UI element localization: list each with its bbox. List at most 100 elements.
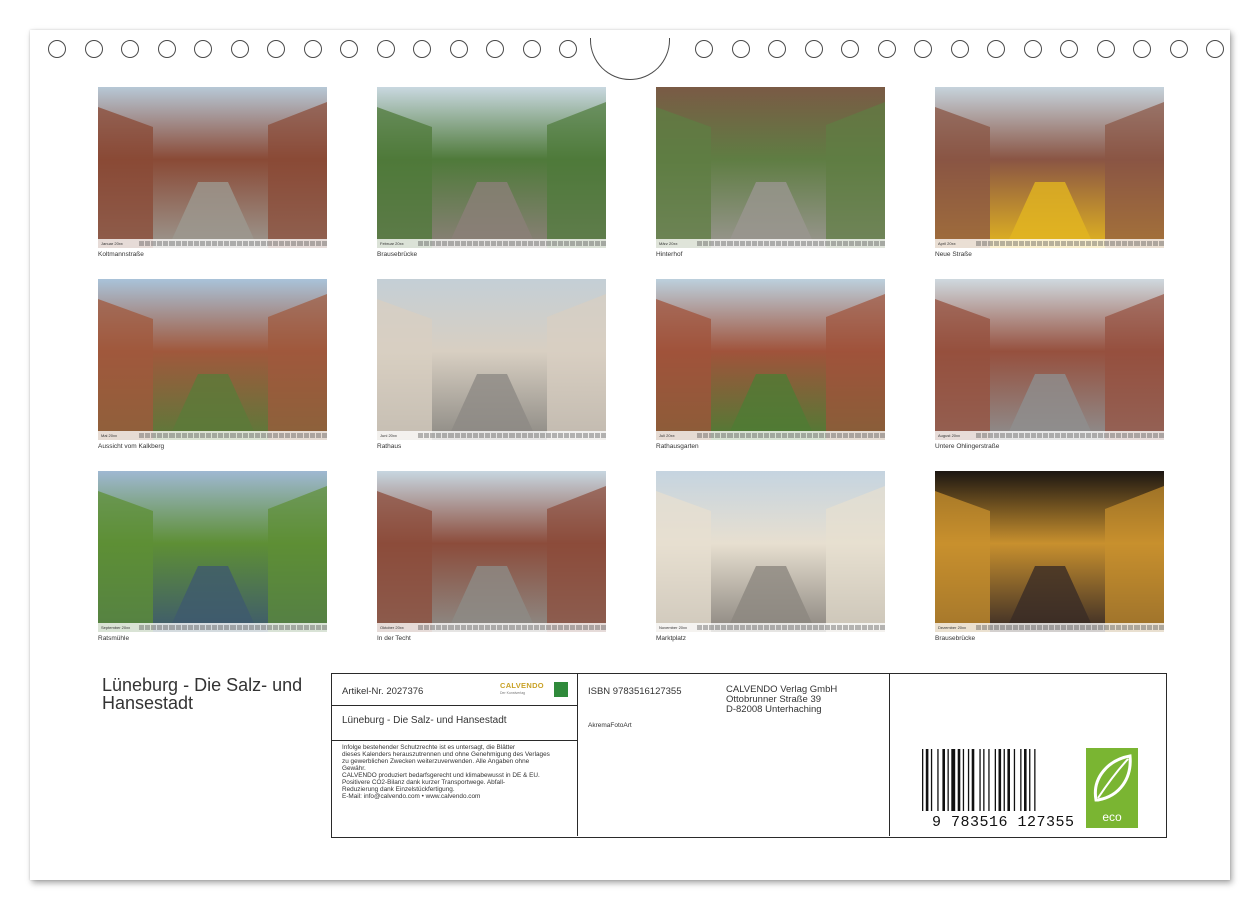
divider <box>332 740 578 741</box>
month-date-strip: September 20xx <box>98 623 327 632</box>
binding-hole <box>1206 40 1224 58</box>
month-date-strip: Dezember 20xx <box>935 623 1164 632</box>
barcode-bar <box>994 749 996 811</box>
product-subtitle: Lüneburg - Die Salz- und Hansestadt <box>342 715 507 726</box>
binding-hole <box>376 40 395 58</box>
photo-thumbnail: Januar 20xx <box>98 87 327 248</box>
month-label: Mai 20xx <box>101 433 118 438</box>
binding-hole <box>950 40 969 58</box>
month-label: Juli 20xx <box>659 433 675 438</box>
info-column-right: 9 783516 127355 eco <box>890 674 1165 836</box>
barcode-bar <box>925 749 929 811</box>
barcode-bar <box>1020 749 1022 811</box>
calendar-month-photo: Juli 20xx Rathausgarten <box>656 279 885 454</box>
logo-mark-icon <box>554 682 568 697</box>
binding-hole <box>340 40 358 58</box>
eco-badge: eco <box>1086 748 1138 828</box>
calendar-month-photo: November 20xx Marktplatz <box>656 471 885 646</box>
legal-line: dieses Kalenders herauszutrennen und ohn… <box>342 751 550 758</box>
binding-hole <box>522 40 541 58</box>
day-cells <box>976 625 1164 630</box>
day-cells <box>697 433 885 438</box>
binding-hole <box>413 40 431 58</box>
barcode-bar <box>962 749 965 811</box>
barcode-bars <box>922 749 1036 811</box>
legal-line: Gewähr. <box>342 765 366 772</box>
photo-caption: Aussicht vom Kalkberg <box>98 443 165 450</box>
barcode-bar <box>947 749 949 811</box>
photo-caption: Hinterhof <box>656 251 683 258</box>
binding-hole <box>987 40 1005 58</box>
info-column-middle: ISBN 9783516127355 CALVENDO Verlag GmbH … <box>578 674 890 836</box>
calendar-month-photo: Januar 20xx Koltmannstraße <box>98 87 327 262</box>
legal-line: Infolge bestehender Schutzrechte ist es … <box>342 744 516 751</box>
photo-thumbnail: Oktober 20xx <box>377 471 606 632</box>
legal-line: zu gewerblichen Zwecken weiterzuverwende… <box>342 758 530 765</box>
logo-subline: Der Kunstverlag <box>500 691 526 695</box>
legal-line: E-Mail: info@calvendo.com • www.calvendo… <box>342 793 481 800</box>
isbn: ISBN 9783516127355 <box>588 686 682 697</box>
photo-caption: Brausebrücke <box>935 635 976 642</box>
photo-caption: Ratsmühle <box>98 635 130 642</box>
binding-hole <box>914 40 932 58</box>
month-date-strip: Juni 20xx <box>377 431 606 440</box>
month-label: Dezember 20xx <box>938 625 967 630</box>
barcode-bar <box>1024 749 1027 811</box>
barcode-bar <box>922 749 924 811</box>
article-number: Artikel-Nr. 2027376 <box>342 686 424 697</box>
calendar-month-photo: September 20xx Ratsmühle <box>98 471 327 646</box>
legal-line: Positivere CO2-Bilanz dank kurzer Transp… <box>342 779 506 786</box>
barcode-bar <box>930 749 933 811</box>
leaf-icon <box>1093 754 1132 802</box>
barcode-bar <box>957 749 961 811</box>
photo-caption: In der Techt <box>377 635 411 642</box>
binding-hole <box>157 40 176 58</box>
barcode-bar <box>988 749 990 811</box>
month-date-strip: Februar 20xx <box>377 239 606 248</box>
calendar-month-photo: August 20xx Untere Ohlingerstraße <box>935 279 1164 454</box>
day-cells <box>697 241 885 246</box>
month-label: Juni 20xx <box>380 433 397 438</box>
binding-hole <box>804 40 823 58</box>
photo-caption: Rathausgarten <box>656 443 699 450</box>
month-label: Februar 20xx <box>380 241 404 246</box>
binding-hole <box>267 40 285 58</box>
month-label: September 20xx <box>101 625 131 630</box>
publisher-address: CALVENDO Verlag GmbH Ottobrunner Straße … <box>726 685 837 715</box>
barcode-bar <box>1003 749 1005 811</box>
binding-hole <box>230 40 249 58</box>
photo-caption: Untere Ohlingerstraße <box>935 443 1000 450</box>
binding-hole <box>449 40 468 58</box>
binding-hole <box>1096 40 1115 58</box>
month-label: März 20xx <box>659 241 678 246</box>
barcode-bar <box>983 749 985 811</box>
photo-thumbnail: September 20xx <box>98 471 327 632</box>
barcode-bar <box>1013 749 1016 811</box>
barcode-bar <box>971 749 975 811</box>
legal-line: CALVENDO produziert bedarfsgerecht und k… <box>342 772 540 779</box>
calendar-month-photo: April 20xx Neue Straße <box>935 87 1164 262</box>
binding-hole <box>194 40 212 58</box>
photo-grid: Januar 20xx Koltmannstraße Februar 20xx Bra… <box>98 87 1164 647</box>
hanger-notch <box>590 38 670 80</box>
binding-hole <box>559 40 577 58</box>
barcode-bar <box>1007 749 1010 811</box>
barcode-bar <box>1034 749 1036 811</box>
binding-hole <box>1023 40 1042 58</box>
author-name: AkremaFotoArt <box>588 722 632 729</box>
binding-hole <box>303 40 322 58</box>
photo-thumbnail: Dezember 20xx <box>935 471 1164 632</box>
binding-hole <box>731 40 750 58</box>
month-date-strip: Juli 20xx <box>656 431 885 440</box>
calendar-back-cover: Januar 20xx Koltmannstraße Februar 20xx Bra… <box>30 30 1230 880</box>
logo-word: CALVENDO <box>500 681 544 690</box>
calvendo-logo: CALVENDO Der Kunstverlag <box>500 680 568 700</box>
legal-notice: Infolge bestehender Schutzrechte ist es … <box>342 744 577 800</box>
barcode-bar <box>942 749 945 811</box>
month-label: November 20xx <box>659 625 688 630</box>
month-date-strip: August 20xx <box>935 431 1164 440</box>
calendar-month-photo: Februar 20xx Brausebrücke <box>377 87 606 262</box>
calendar-month-photo: Dezember 20xx Brausebrücke <box>935 471 1164 646</box>
binding-hole <box>877 40 896 58</box>
calendar-month-photo: Mai 20xx Aussicht vom Kalkberg <box>98 279 327 454</box>
